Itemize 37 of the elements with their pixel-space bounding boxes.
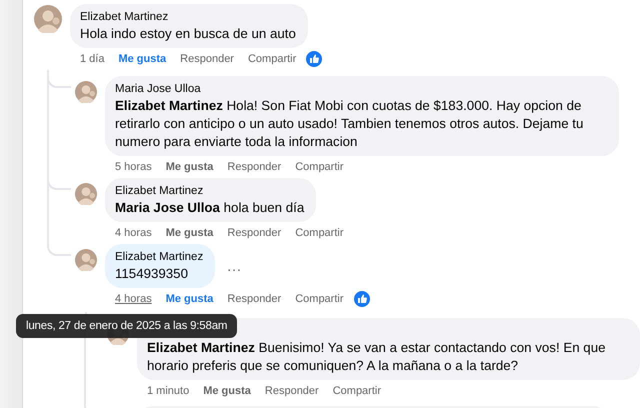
more-options-button[interactable]: ...	[227, 259, 242, 273]
share-link[interactable]: Compartir	[295, 293, 344, 305]
like-link[interactable]: Me gusta	[203, 385, 251, 397]
timestamp-link[interactable]: 5 horas	[115, 161, 152, 173]
comment-text: Maria Jose Ulloa hola buen día	[115, 199, 304, 217]
author-name[interactable]: Elizabet Martinez	[80, 9, 296, 25]
author-name[interactable]: Elizabet Martinez	[115, 183, 304, 199]
like-link[interactable]: Me gusta	[166, 227, 214, 239]
reply-link[interactable]: Responder	[227, 293, 282, 305]
share-link[interactable]: Compartir	[295, 161, 344, 173]
avatar[interactable]	[75, 81, 97, 103]
like-reaction-icon	[354, 291, 370, 307]
like-link[interactable]: Me gusta	[166, 161, 214, 173]
reply-link[interactable]: Responder	[227, 227, 282, 239]
comment-text: Elizabet Martinez Hola! Son Fiat Mobi con cuotas de $183.000. Hay opcion de retirarlo con anticipo o un auto usado! Tambien tenemos otros autos. Dejame tu numero para enviarte toda la informacion	[115, 97, 584, 151]
timestamp-link[interactable]: 1 día	[80, 53, 104, 65]
avatar[interactable]	[34, 5, 62, 33]
timestamp-link[interactable]: 4 horas	[115, 293, 152, 305]
like-reaction-icon	[306, 51, 322, 67]
share-link[interactable]: Compartir	[295, 227, 344, 239]
share-link[interactable]: Compartir	[332, 385, 382, 397]
reply-link[interactable]: Responder	[180, 53, 234, 65]
like-link[interactable]: Me gusta	[118, 53, 166, 65]
reply-link[interactable]: Responder	[264, 385, 319, 397]
share-link[interactable]: Compartir	[248, 53, 296, 65]
reply-link[interactable]: Responder	[227, 161, 282, 173]
date-tooltip: lunes, 27 de enero de 2025 a las 9:58am	[16, 314, 238, 338]
author-name[interactable]: Maria Jose Ulloa	[115, 81, 607, 97]
avatar[interactable]	[75, 249, 97, 271]
comment-text: Hola indo estoy en busca de un auto	[80, 25, 296, 43]
like-link[interactable]: Me gusta	[166, 293, 214, 305]
avatar[interactable]	[75, 183, 97, 205]
author-name[interactable]: Elizabet Martinez	[115, 249, 204, 265]
timestamp-link[interactable]: 1 minuto	[147, 385, 190, 397]
comment-text: 1154939350	[115, 265, 189, 283]
comment-text: Elizabet Martinez Buenisimo! Ya se van a estar contactando con vos! En que horario preferis que se comuniquen? A la mañana o a la tarde?	[147, 339, 606, 375]
timestamp-link[interactable]: 4 horas	[115, 227, 152, 239]
